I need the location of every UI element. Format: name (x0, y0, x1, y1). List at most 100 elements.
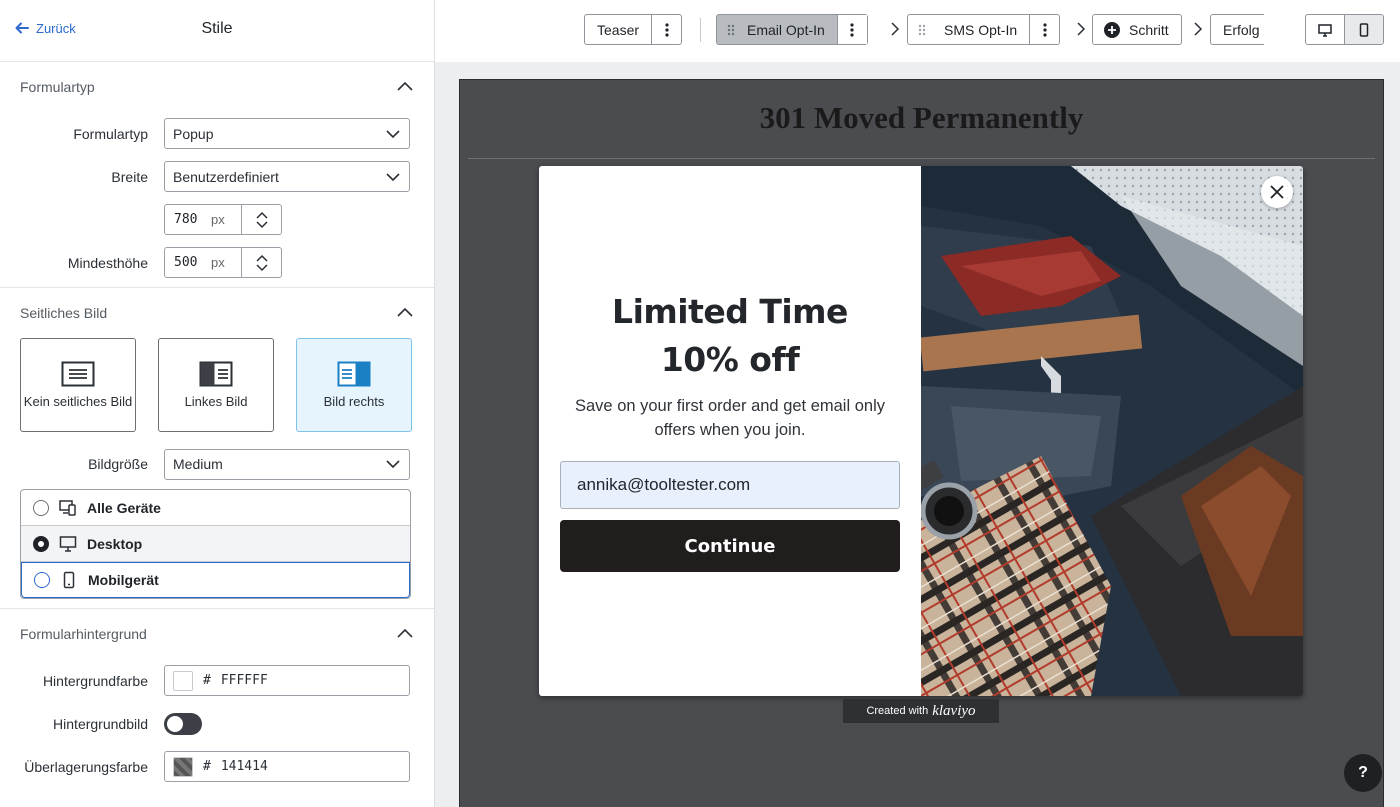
image-size-value: Medium (173, 456, 223, 472)
form-type-select[interactable]: Popup (164, 118, 410, 149)
step-label: Erfolg (1223, 21, 1260, 38)
close-button[interactable] (1261, 176, 1293, 208)
klaviyo-logo: klaviyo (932, 702, 976, 719)
min-height-unit: px (211, 255, 225, 270)
drag-handle-icon[interactable] (908, 24, 928, 36)
width-select[interactable]: Benutzerdefiniert (164, 161, 410, 192)
continue-button[interactable]: Continue (560, 520, 900, 572)
mobile-view-button[interactable] (1344, 15, 1383, 44)
chevron-up-icon[interactable] (396, 625, 414, 643)
step-label: Schritt (1129, 21, 1169, 38)
popup-subtext[interactable]: Save on your first order and get email o… (559, 394, 901, 442)
desktop-icon (59, 535, 77, 552)
popup-form: Limited Time 10% off Save on your first … (539, 166, 1303, 696)
step-sms-opt-in[interactable]: SMS Opt-In (907, 14, 1061, 45)
chevron-down-icon[interactable] (255, 220, 269, 230)
mobile-icon (1359, 22, 1369, 37)
option-label: Linkes Bild (184, 394, 248, 409)
step-success[interactable]: Erfolg (1210, 14, 1264, 45)
heading-line: Limited Time (612, 292, 848, 331)
option-right-image[interactable]: Bild rechts (296, 338, 412, 432)
more-options-icon[interactable] (836, 15, 867, 44)
min-height-input[interactable]: 500 px (164, 247, 282, 278)
help-button[interactable]: ? (1344, 754, 1382, 792)
add-step-button[interactable]: Schritt (1092, 14, 1182, 45)
image-size-label: Bildgröße (88, 456, 148, 472)
panel-header: Zurück Stile (0, 0, 434, 62)
width-row: Breite Benutzerdefiniert (0, 155, 434, 198)
section-form-type-header[interactable]: Formulartyp (0, 62, 434, 112)
device-mobile[interactable]: Mobilgerät (21, 562, 410, 598)
overlay-color-value: 141414 (220, 759, 268, 774)
device-selector: Alle Geräte Desktop Mobilgerät (20, 489, 411, 599)
width-stepper[interactable] (241, 205, 281, 234)
section-background-header[interactable]: Formularhintergrund (0, 609, 434, 659)
form-type-value: Popup (173, 125, 214, 142)
chevron-right-icon (1194, 22, 1203, 36)
more-options-icon[interactable] (651, 15, 681, 44)
step-teaser[interactable]: Teaser (584, 14, 683, 45)
width-px-unit: px (211, 212, 225, 227)
section-side-image-header[interactable]: Seitliches Bild (0, 288, 434, 338)
plus-circle-icon (1104, 21, 1120, 38)
view-toggle (1305, 14, 1384, 45)
device-label: Alle Geräte (87, 499, 161, 516)
color-swatch[interactable] (173, 756, 193, 777)
chevron-up-icon[interactable] (255, 210, 269, 220)
more-options-icon[interactable] (1029, 15, 1059, 44)
overlay-color-row: Überlagerungsfarbe # 141414 (0, 745, 434, 788)
chevron-up-icon[interactable] (396, 78, 414, 96)
desktop-view-button[interactable] (1306, 15, 1344, 44)
side-image[interactable] (921, 166, 1303, 696)
radio-button[interactable] (34, 572, 50, 588)
chevron-up-icon[interactable] (255, 253, 269, 263)
radio-button[interactable] (33, 499, 49, 516)
chevron-down-icon[interactable] (255, 263, 269, 273)
popup-heading[interactable]: Limited Time 10% off (539, 288, 921, 384)
device-all[interactable]: Alle Geräte (21, 490, 410, 526)
klaviyo-badge[interactable]: Created with klaviyo (843, 699, 999, 723)
min-height-stepper[interactable] (241, 248, 281, 277)
bg-image-toggle[interactable] (164, 712, 202, 735)
chevron-up-icon[interactable] (396, 304, 414, 322)
color-swatch[interactable] (173, 670, 193, 691)
email-field[interactable]: annika@tooltester.com (560, 461, 900, 509)
devices-icon (59, 499, 76, 516)
clothing-photo (921, 166, 1303, 696)
drag-handle-icon[interactable] (717, 24, 737, 36)
overlay-color-input[interactable]: # 141414 (164, 751, 410, 782)
bg-image-label: Hintergrundbild (53, 715, 148, 732)
step-toolbar: Teaser Email Opt-In SMS Opt-In Schritt E… (435, 0, 1400, 62)
step-email-opt-in[interactable]: Email Opt-In (716, 14, 868, 45)
width-px-input[interactable]: 780 px (164, 204, 282, 235)
bg-color-value: FFFFFF (220, 673, 268, 688)
chevron-right-icon (891, 22, 900, 36)
bg-color-input[interactable]: # FFFFFF (164, 665, 410, 696)
device-label: Desktop (87, 535, 143, 552)
device-desktop[interactable]: Desktop (21, 526, 410, 562)
heading-line: 10% off (660, 340, 800, 379)
option-no-image[interactable]: Kein seitliches Bild (20, 338, 136, 432)
option-left-image[interactable]: Linkes Bild (158, 338, 274, 432)
image-size-row: Bildgröße Medium (0, 442, 434, 486)
step-label: Email Opt-In (747, 21, 825, 38)
section-title: Formularhintergrund (20, 626, 147, 642)
layout-right-image-icon (337, 361, 371, 387)
width-px-row: 780 px (0, 198, 434, 241)
radio-button[interactable] (33, 535, 49, 552)
hash-sign: # (203, 673, 211, 688)
min-height-value: 500 (174, 255, 198, 270)
width-value: Benutzerdefiniert (173, 168, 279, 185)
chevron-down-icon (386, 129, 400, 138)
hash-sign: # (203, 759, 211, 774)
mobile-icon (63, 571, 75, 589)
panel-title: Stile (201, 20, 233, 37)
close-icon (1270, 185, 1284, 199)
image-size-select[interactable]: Medium (164, 448, 410, 480)
created-with-label: Created with (866, 705, 929, 717)
popup-content: Limited Time 10% off Save on your first … (539, 166, 921, 696)
min-height-label: Mindesthöhe (67, 254, 148, 271)
side-image-options: Kein seitliches Bild Linkes Bild Bild re… (0, 338, 434, 446)
section-title: Formulartyp (20, 79, 95, 95)
form-type-label: Formulartyp (73, 125, 148, 142)
